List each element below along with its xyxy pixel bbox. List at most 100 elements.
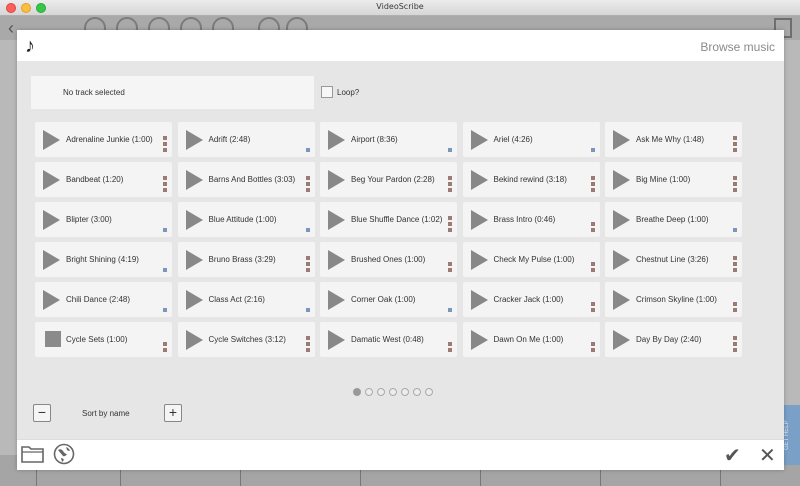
browse-music-dialog: ♪ Browse music No track selected Loop? A… (17, 30, 784, 470)
track-tile[interactable]: Bekind rewind (3:18) (462, 162, 600, 197)
track-tile[interactable]: Brushed Ones (1:00) (320, 242, 457, 277)
brown-marker-icon (733, 176, 737, 180)
page-dot[interactable] (413, 388, 421, 396)
track-name: Crimson Skyline (1:00) (636, 294, 717, 304)
brown-marker-icon (590, 182, 595, 186)
play-icon[interactable] (328, 290, 345, 310)
track-tile[interactable]: Beg Your Pardon (2:28) (320, 162, 457, 197)
sort-increase-button[interactable]: + (164, 404, 182, 422)
play-icon[interactable] (613, 290, 630, 310)
window-titlebar: VideoScribe (0, 0, 800, 16)
track-tile[interactable]: Chili Dance (2:48) (35, 282, 172, 317)
track-tile[interactable]: Cycle Switches (3:12) (177, 322, 315, 357)
track-tile[interactable]: Dawn On Me (1:00) (462, 322, 600, 357)
track-name: Brushed Ones (1:00) (351, 254, 426, 264)
play-icon[interactable] (328, 330, 345, 350)
folder-icon[interactable] (21, 444, 45, 464)
play-icon[interactable] (185, 290, 203, 310)
play-icon[interactable] (43, 170, 60, 190)
play-icon[interactable] (43, 250, 60, 270)
track-name: Adrenaline Junkie (1:00) (66, 134, 153, 144)
track-tile[interactable]: Blue Attitude (1:00) (177, 202, 315, 237)
dialog-title: Browse music (700, 40, 775, 54)
track-tile[interactable]: Check My Pulse (1:00) (462, 242, 600, 277)
track-name: Cycle Switches (3:12) (208, 334, 286, 344)
play-icon[interactable] (613, 330, 630, 350)
play-icon[interactable] (328, 250, 345, 270)
track-tile[interactable]: Day By Day (2:40) (605, 322, 742, 357)
play-icon[interactable] (185, 330, 203, 350)
play-icon[interactable] (328, 130, 345, 150)
page-dot[interactable] (377, 388, 385, 396)
track-tile[interactable]: Class Act (2:16) (177, 282, 315, 317)
play-icon[interactable] (43, 290, 60, 310)
page-dot[interactable] (401, 388, 409, 396)
brown-marker-icon (305, 182, 310, 186)
play-icon[interactable] (43, 130, 60, 150)
page-dot[interactable] (353, 388, 361, 396)
play-icon[interactable] (185, 130, 203, 150)
play-icon[interactable] (185, 170, 203, 190)
play-icon[interactable] (613, 250, 630, 270)
track-tile[interactable]: Cracker Jack (1:00) (462, 282, 600, 317)
track-tile[interactable]: Corner Oak (1:00) (320, 282, 457, 317)
play-icon[interactable] (185, 210, 203, 230)
track-tile[interactable]: Chestnut Line (3:26) (605, 242, 742, 277)
confirm-checkmark-icon[interactable]: ✔ (724, 446, 741, 466)
loop-checkbox[interactable] (321, 86, 333, 98)
play-icon[interactable] (328, 170, 345, 190)
play-icon[interactable] (328, 210, 345, 230)
track-tile[interactable]: Bandbeat (1:20) (35, 162, 172, 197)
blue-marker-icon (448, 308, 452, 312)
track-tile[interactable]: Ask Me Why (1:48) (605, 122, 742, 157)
play-icon[interactable] (470, 170, 488, 190)
play-icon[interactable] (470, 330, 488, 350)
play-icon[interactable] (470, 210, 488, 230)
get-help-tab[interactable]: GET HELP (784, 405, 800, 465)
track-tile[interactable]: Blipter (3:00) (35, 202, 172, 237)
track-tile[interactable]: Ariel (4:26) (462, 122, 600, 157)
play-icon[interactable] (613, 210, 630, 230)
track-name: Damatic West (0:48) (351, 334, 424, 344)
brown-marker-icon (590, 262, 595, 266)
play-icon[interactable] (185, 250, 203, 270)
blue-marker-icon (163, 308, 167, 312)
play-icon[interactable] (613, 130, 630, 150)
track-name: Barns And Bottles (3:03) (208, 174, 296, 184)
track-tile[interactable]: Big Mine (1:00) (605, 162, 742, 197)
play-icon[interactable] (613, 170, 630, 190)
track-tile[interactable]: Barns And Bottles (3:03) (177, 162, 315, 197)
track-tile[interactable]: Airport (8:36) (320, 122, 457, 157)
cancel-close-icon[interactable]: ✕ (759, 446, 776, 466)
brown-marker-icon (733, 136, 737, 140)
play-icon[interactable] (43, 210, 60, 230)
brown-marker-icon (163, 342, 167, 346)
track-tile[interactable]: Adrenaline Junkie (1:00) (35, 122, 172, 157)
track-tile[interactable]: Breathe Deep (1:00) (605, 202, 742, 237)
track-name: Day By Day (2:40) (636, 334, 702, 344)
play-icon[interactable] (470, 250, 488, 270)
loop-toggle[interactable]: Loop? (321, 86, 359, 98)
brown-marker-icon (163, 182, 167, 186)
track-tile[interactable]: Damatic West (0:48) (320, 322, 457, 357)
window-title: VideoScribe (376, 2, 424, 11)
sort-decrease-button[interactable]: − (33, 404, 51, 422)
play-icon[interactable] (470, 290, 488, 310)
play-icon[interactable] (470, 130, 488, 150)
track-tile[interactable]: Cycle Sets (1:00) (35, 322, 172, 357)
stop-icon[interactable] (45, 331, 61, 347)
track-tile[interactable]: Brass Intro (0:46) (462, 202, 600, 237)
brown-marker-icon (590, 302, 595, 306)
blue-marker-icon (305, 308, 310, 312)
track-tile[interactable]: Blue Shuffle Dance (1:02) (320, 202, 457, 237)
brown-marker-icon (733, 148, 737, 152)
track-tile[interactable]: Adrift (2:48) (177, 122, 315, 157)
track-tile[interactable]: Bruno Brass (3:29) (177, 242, 315, 277)
track-name: Cracker Jack (1:00) (493, 294, 564, 304)
page-dot[interactable] (425, 388, 433, 396)
page-dot[interactable] (389, 388, 397, 396)
page-dot[interactable] (365, 388, 373, 396)
track-tile[interactable]: Crimson Skyline (1:00) (605, 282, 742, 317)
track-tile[interactable]: Bright Shining (4:19) (35, 242, 172, 277)
globe-icon[interactable] (53, 443, 75, 465)
